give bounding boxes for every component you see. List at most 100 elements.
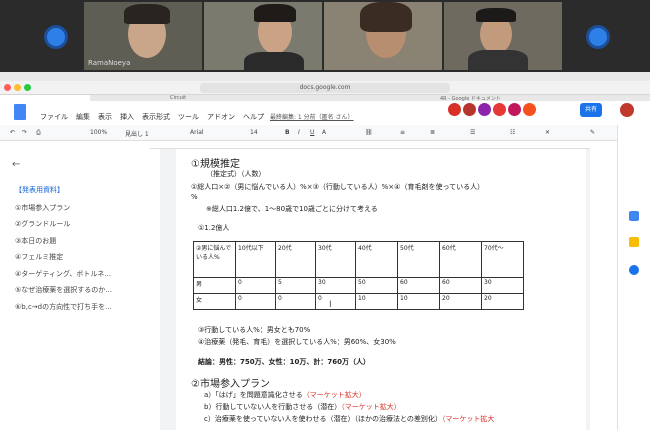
keep-icon[interactable] xyxy=(629,237,639,247)
docs-logo-icon[interactable] xyxy=(14,104,26,120)
zoom-select[interactable]: 100% xyxy=(90,129,107,136)
url-field[interactable]: docs.google.com xyxy=(200,83,450,93)
participant-name: RamaNoeya xyxy=(88,59,131,67)
table-cell: 女 xyxy=(193,293,236,310)
formula-text: ①総人口×②（男に悩んでいる人）%×③（行動している人）%×④（育毛剤を使ってい… xyxy=(191,183,485,191)
plan-item-text: b）行動していない人を行動させる（潜在） xyxy=(204,403,342,411)
table-cell: 男 xyxy=(193,277,236,294)
avatar[interactable] xyxy=(493,103,506,116)
table-cell: 30 xyxy=(315,277,356,294)
outline-item[interactable]: ④フェルミ推定 xyxy=(15,252,63,262)
last-edit-link[interactable]: 最終編集: 1 分前（匿名 さん） xyxy=(270,112,354,121)
address-bar-row: docs.google.com xyxy=(0,81,650,95)
participant-tile[interactable] xyxy=(204,2,322,70)
back-arrow-icon[interactable]: ← xyxy=(12,159,20,170)
account-avatar[interactable] xyxy=(620,103,634,117)
style-select[interactable]: 見出し 1 xyxy=(125,129,149,138)
bold-icon[interactable]: B xyxy=(285,129,290,136)
table-row: 男 0 5 30 50 60 60 30 xyxy=(193,277,524,294)
plan-item: a）「はげ」を問題意識化させる（マーケット拡大） xyxy=(204,390,366,400)
distribution-table: ②男に悩んでいる人% 10代以下 20代 30代 40代 50代 60代 70代… xyxy=(193,241,524,310)
table-cell: 0 xyxy=(275,293,316,310)
undo-icon[interactable]: ↶ xyxy=(10,129,15,136)
link-icon[interactable]: ⛓ xyxy=(365,129,373,136)
close-window-icon[interactable] xyxy=(4,84,11,91)
menu-bar: ファイル 編集 表示 挿入 表示形式 ツール アドオン ヘルプ xyxy=(40,112,264,122)
numbered-list-icon[interactable]: ☰ xyxy=(470,129,475,136)
plan-item: b）行動していない人を行動させる（潜在）（マーケット拡大） xyxy=(204,402,401,412)
document-page[interactable]: ①規模推定 （推定式）（人数） ①総人口×②（男に悩んでいる人）%×③（行動して… xyxy=(176,149,586,430)
side-panel xyxy=(617,125,650,430)
outline-item[interactable]: ②グランドルール xyxy=(15,219,70,229)
participant-tile[interactable] xyxy=(444,2,562,70)
heading-market-size: ①規模推定 xyxy=(191,159,240,170)
maximize-window-icon[interactable] xyxy=(24,84,31,91)
table-cell: 50 xyxy=(355,277,398,294)
outline-item[interactable]: ⑤なぜ治療薬を選択するのか... xyxy=(15,285,112,295)
table-row: 女 0 0 0 10 10 20 20 xyxy=(193,293,524,310)
outline-item[interactable]: 【発表用資料】 xyxy=(15,185,64,195)
italic-icon[interactable]: I xyxy=(298,129,300,136)
align-left-icon[interactable]: ≡ xyxy=(400,129,405,136)
table-cell: 20代 xyxy=(275,241,316,278)
menu-addons[interactable]: アドオン xyxy=(207,112,235,122)
table-cell: 10代以下 xyxy=(235,241,276,278)
docs-header: ファイル 編集 表示 挿入 表示形式 ツール アドオン ヘルプ 最終編集: 1 … xyxy=(0,101,650,125)
browser-window: docs.google.com Circuit 4R - Google ドキュメ… xyxy=(0,72,650,430)
avatar[interactable] xyxy=(448,103,461,116)
font-select[interactable]: Arial xyxy=(190,129,204,136)
table-cell: 20 xyxy=(439,293,482,310)
minimize-window-icon[interactable] xyxy=(14,84,21,91)
outline-item[interactable]: ⑥b,c→dの方向性で打ち手を... xyxy=(15,302,112,312)
population-text: ①1.2億人 xyxy=(198,224,230,232)
table-cell: 0 xyxy=(235,293,276,310)
table-cell: 70代〜 xyxy=(481,241,524,278)
avatar[interactable] xyxy=(508,103,521,116)
outline-item[interactable]: ①市場参入プラン xyxy=(15,203,70,213)
menu-insert[interactable]: 挿入 xyxy=(120,112,134,122)
menu-view[interactable]: 表示 xyxy=(98,112,112,122)
table-cell: 0 xyxy=(235,277,276,294)
table-cell: 10 xyxy=(397,293,440,310)
table-cell: 30 xyxy=(481,277,524,294)
outline-item[interactable]: ③本日のお題 xyxy=(15,236,56,246)
menu-format[interactable]: 表示形式 xyxy=(142,112,170,122)
plan-item-tag: （マーケット拡大 xyxy=(441,415,495,423)
clear-format-icon[interactable]: ✕ xyxy=(545,129,550,136)
menu-tools[interactable]: ツール xyxy=(178,112,199,122)
menu-edit[interactable]: 編集 xyxy=(76,112,90,122)
font-size-select[interactable]: 14 xyxy=(250,129,258,136)
text-color-icon[interactable]: A xyxy=(322,129,326,136)
camera-toggle-icon[interactable] xyxy=(586,25,610,49)
participant-tile[interactable] xyxy=(324,2,442,70)
table-cell: 40代 xyxy=(355,241,398,278)
edit-mode-icon[interactable]: ✎ xyxy=(590,129,595,136)
avatar[interactable] xyxy=(478,103,491,116)
menu-file[interactable]: ファイル xyxy=(40,112,68,122)
participant-tile[interactable]: RamaNoeya xyxy=(84,2,202,70)
conclusion-text: 結論：男性：750万、女性：10万、計：760万（人） xyxy=(198,358,370,366)
avatar[interactable] xyxy=(523,103,536,116)
underline-icon[interactable]: U xyxy=(310,129,314,136)
menu-help[interactable]: ヘルプ xyxy=(243,112,264,122)
tasks-icon[interactable] xyxy=(629,265,639,275)
plan-item-tag: （マーケット拡大） xyxy=(341,403,401,411)
table-cell: 60 xyxy=(397,277,440,294)
plan-item: c）治療薬を使っていない人を使わせる（潜在）（ほかの治療法との差別化）（マーケッ… xyxy=(204,414,494,424)
video-call-strip: RamaNoeya xyxy=(0,0,650,72)
bulleted-list-icon[interactable]: ☷ xyxy=(510,129,515,136)
formatting-toolbar: ↶ ↷ ⎙ 100% 見出し 1 Arial 14 B I U A ⛓ ≡ ≣ … xyxy=(0,125,650,141)
avatar[interactable] xyxy=(463,103,476,116)
camera-toggle-icon[interactable] xyxy=(44,25,68,49)
share-button[interactable]: 共有 xyxy=(580,103,602,117)
collaborator-avatars xyxy=(448,103,536,116)
table-cell: 10 xyxy=(355,293,398,310)
calendar-icon[interactable] xyxy=(629,211,639,221)
redo-icon[interactable]: ↷ xyxy=(22,129,27,136)
table-cell: 0 xyxy=(315,293,356,310)
line-spacing-icon[interactable]: ≣ xyxy=(430,129,435,136)
outline-item[interactable]: ④ターゲティング、ボトルネ... xyxy=(15,269,111,279)
plan-item-text: a）「はげ」を問題意識化させる xyxy=(204,391,303,399)
ruler[interactable] xyxy=(150,141,590,149)
print-icon[interactable]: ⎙ xyxy=(36,129,41,137)
